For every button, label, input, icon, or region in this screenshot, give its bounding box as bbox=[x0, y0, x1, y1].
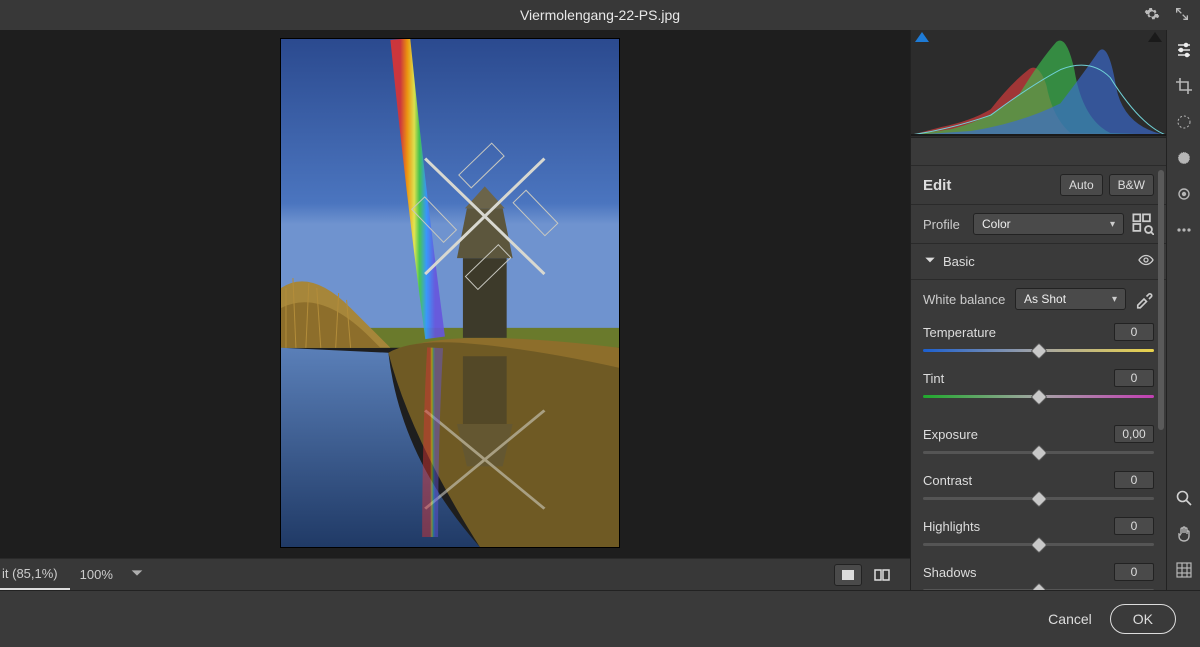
sliders-icon[interactable] bbox=[1174, 40, 1194, 60]
gear-icon[interactable] bbox=[1144, 6, 1160, 25]
section-basic-label: Basic bbox=[943, 254, 1138, 269]
slider-highlights[interactable]: Highlights0 bbox=[911, 512, 1166, 558]
presets-icon[interactable] bbox=[1174, 220, 1194, 240]
slider-thumb[interactable] bbox=[1030, 583, 1047, 590]
slider-label: Contrast bbox=[923, 473, 1114, 488]
crop-icon[interactable] bbox=[1174, 76, 1194, 96]
canvas[interactable]: it (85,1%) 100% bbox=[0, 30, 910, 590]
tool-strip bbox=[1166, 30, 1200, 590]
slider-value[interactable]: 0 bbox=[1114, 369, 1154, 387]
zoom-fit-button[interactable]: it (85,1%) bbox=[0, 559, 70, 590]
slider-exposure[interactable]: Exposure0,00 bbox=[911, 420, 1166, 466]
zoom-menu-icon[interactable] bbox=[123, 565, 151, 584]
compare-view-button[interactable] bbox=[868, 564, 896, 586]
hand-tool-icon[interactable] bbox=[1174, 524, 1194, 544]
chevron-down-icon bbox=[923, 253, 937, 270]
edit-title: Edit bbox=[923, 177, 1054, 194]
heal-icon[interactable] bbox=[1174, 112, 1194, 132]
edit-header: Edit Auto B&W bbox=[911, 166, 1166, 205]
slider-value[interactable]: 0 bbox=[1114, 471, 1154, 489]
grid-icon[interactable] bbox=[1174, 560, 1194, 580]
mask-icon[interactable] bbox=[1174, 148, 1194, 168]
slider-thumb[interactable] bbox=[1030, 343, 1047, 360]
slider-temperature[interactable]: Temperature0 bbox=[911, 318, 1166, 364]
chevron-down-icon: ▾ bbox=[1112, 294, 1117, 305]
single-view-button[interactable] bbox=[834, 564, 862, 586]
fullscreen-icon[interactable] bbox=[1174, 6, 1190, 25]
ok-button[interactable]: OK bbox=[1110, 604, 1176, 634]
section-basic-header[interactable]: Basic bbox=[911, 244, 1166, 280]
titlebar-actions bbox=[1144, 0, 1190, 30]
zoom-tool-icon[interactable] bbox=[1174, 488, 1194, 508]
slider-label: Tint bbox=[923, 371, 1114, 386]
histogram[interactable] bbox=[911, 30, 1166, 138]
slider-value[interactable]: 0 bbox=[1114, 323, 1154, 341]
slider-label: Highlights bbox=[923, 519, 1114, 534]
slider-contrast[interactable]: Contrast0 bbox=[911, 466, 1166, 512]
highlight-clip-icon[interactable] bbox=[1148, 32, 1162, 42]
wb-select[interactable]: As Shot ▾ bbox=[1015, 288, 1126, 310]
profile-browser-icon[interactable] bbox=[1132, 213, 1154, 235]
footer-bar: Cancel OK bbox=[0, 590, 1200, 647]
slider-thumb[interactable] bbox=[1030, 491, 1047, 508]
edit-panel: Edit Auto B&W Profile Color ▾ Basic bbox=[910, 30, 1166, 590]
title-bar: Viermolengang-22-PS.jpg bbox=[0, 0, 1200, 30]
eye-icon[interactable] bbox=[1138, 252, 1154, 271]
slider-value[interactable]: 0 bbox=[1114, 563, 1154, 581]
auto-button[interactable]: Auto bbox=[1060, 174, 1103, 196]
slider-thumb[interactable] bbox=[1030, 445, 1047, 462]
profile-value: Color bbox=[982, 217, 1011, 231]
zoom-bar: it (85,1%) 100% bbox=[0, 558, 910, 590]
slider-tint[interactable]: Tint0 bbox=[911, 364, 1166, 410]
slider-label: Temperature bbox=[923, 325, 1114, 340]
zoom-100-button[interactable]: 100% bbox=[70, 567, 123, 582]
main-area: it (85,1%) 100% bbox=[0, 30, 1200, 590]
redeye-icon[interactable] bbox=[1174, 184, 1194, 204]
slider-label: Exposure bbox=[923, 427, 1114, 442]
window-title: Viermolengang-22-PS.jpg bbox=[520, 7, 680, 23]
cancel-button[interactable]: Cancel bbox=[1048, 611, 1092, 627]
eyedropper-icon[interactable] bbox=[1134, 289, 1154, 309]
panel-scrollbar[interactable] bbox=[1158, 170, 1164, 430]
slider-thumb[interactable] bbox=[1030, 389, 1047, 406]
wb-value: As Shot bbox=[1024, 292, 1066, 306]
profile-row: Profile Color ▾ bbox=[911, 205, 1166, 244]
slider-label: Shadows bbox=[923, 565, 1114, 580]
panel-gap bbox=[911, 138, 1166, 166]
slider-value[interactable]: 0 bbox=[1114, 517, 1154, 535]
wb-label: White balance bbox=[923, 292, 1015, 307]
chevron-down-icon: ▾ bbox=[1110, 219, 1115, 230]
slider-shadows[interactable]: Shadows0 bbox=[911, 558, 1166, 590]
bw-button[interactable]: B&W bbox=[1109, 174, 1154, 196]
slider-value[interactable]: 0,00 bbox=[1114, 425, 1154, 443]
preview-image bbox=[280, 38, 620, 548]
white-balance-row: White balance As Shot ▾ bbox=[911, 280, 1166, 318]
profile-select[interactable]: Color ▾ bbox=[973, 213, 1124, 235]
slider-thumb[interactable] bbox=[1030, 537, 1047, 554]
profile-label: Profile bbox=[923, 217, 973, 232]
shadow-clip-icon[interactable] bbox=[915, 32, 929, 42]
